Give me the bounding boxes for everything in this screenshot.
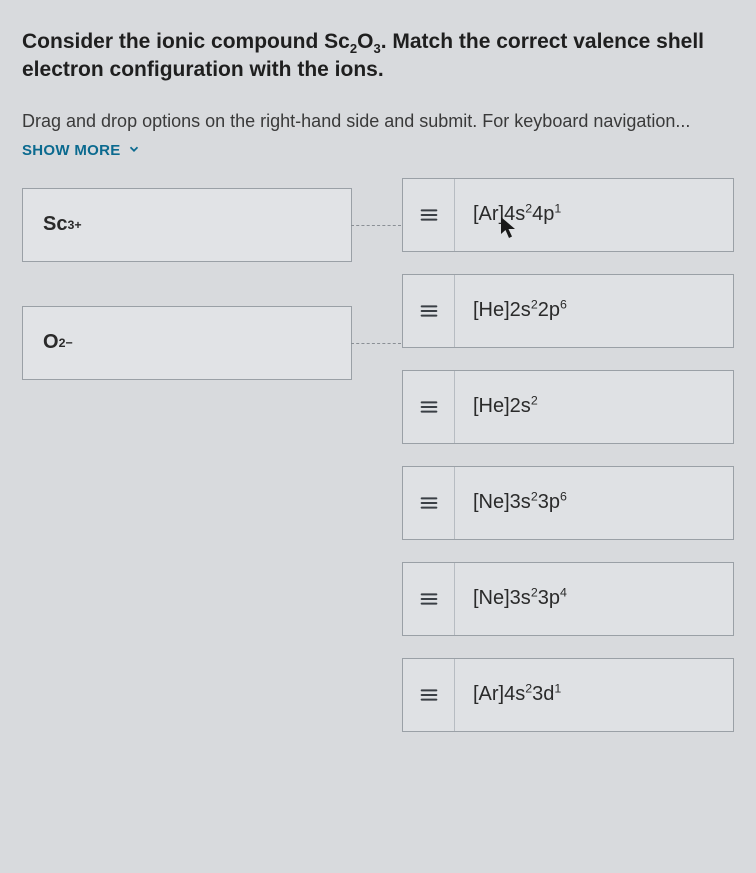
match-target[interactable]: Sc3+	[22, 188, 352, 262]
question-text: Consider the ionic compound Sc2O3. Match…	[22, 28, 734, 85]
match-area: Sc3+ O2− [Ar]4s24p1 [He]2s22p6 [He]2s2	[22, 178, 734, 732]
show-more-toggle[interactable]: SHOW MORE	[22, 142, 141, 160]
drag-handle-icon[interactable]	[403, 563, 455, 635]
option-label: [He]2s2	[455, 395, 556, 418]
instructions-row: Drag and drop options on the right-hand …	[22, 111, 734, 132]
match-option[interactable]: [He]2s22p6	[402, 274, 734, 348]
drag-handle-icon[interactable]	[403, 179, 455, 251]
match-option[interactable]: [Ar]4s23d1	[402, 658, 734, 732]
match-option[interactable]: [He]2s2	[402, 370, 734, 444]
match-target[interactable]: O2−	[22, 306, 352, 380]
drag-handle-icon[interactable]	[403, 467, 455, 539]
instructions-text: Drag and drop options on the right-hand …	[22, 111, 690, 131]
drag-handle-icon[interactable]	[403, 659, 455, 731]
option-label: [Ar]4s24p1	[455, 203, 579, 226]
match-option[interactable]: [Ne]3s23p4	[402, 562, 734, 636]
show-more-label: SHOW MORE	[22, 142, 121, 159]
targets-column: Sc3+ O2−	[22, 178, 352, 732]
option-label: [He]2s22p6	[455, 299, 585, 322]
chevron-down-icon	[127, 142, 141, 160]
match-option[interactable]: [Ne]3s23p6	[402, 466, 734, 540]
option-label: [Ne]3s23p6	[455, 491, 585, 514]
options-column: [Ar]4s24p1 [He]2s22p6 [He]2s2 [Ne]3s23p6…	[352, 178, 734, 732]
drag-handle-icon[interactable]	[403, 275, 455, 347]
drag-handle-icon[interactable]	[403, 371, 455, 443]
match-option[interactable]: [Ar]4s24p1	[402, 178, 734, 252]
option-label: [Ne]3s23p4	[455, 587, 585, 610]
option-label: [Ar]4s23d1	[455, 683, 579, 706]
